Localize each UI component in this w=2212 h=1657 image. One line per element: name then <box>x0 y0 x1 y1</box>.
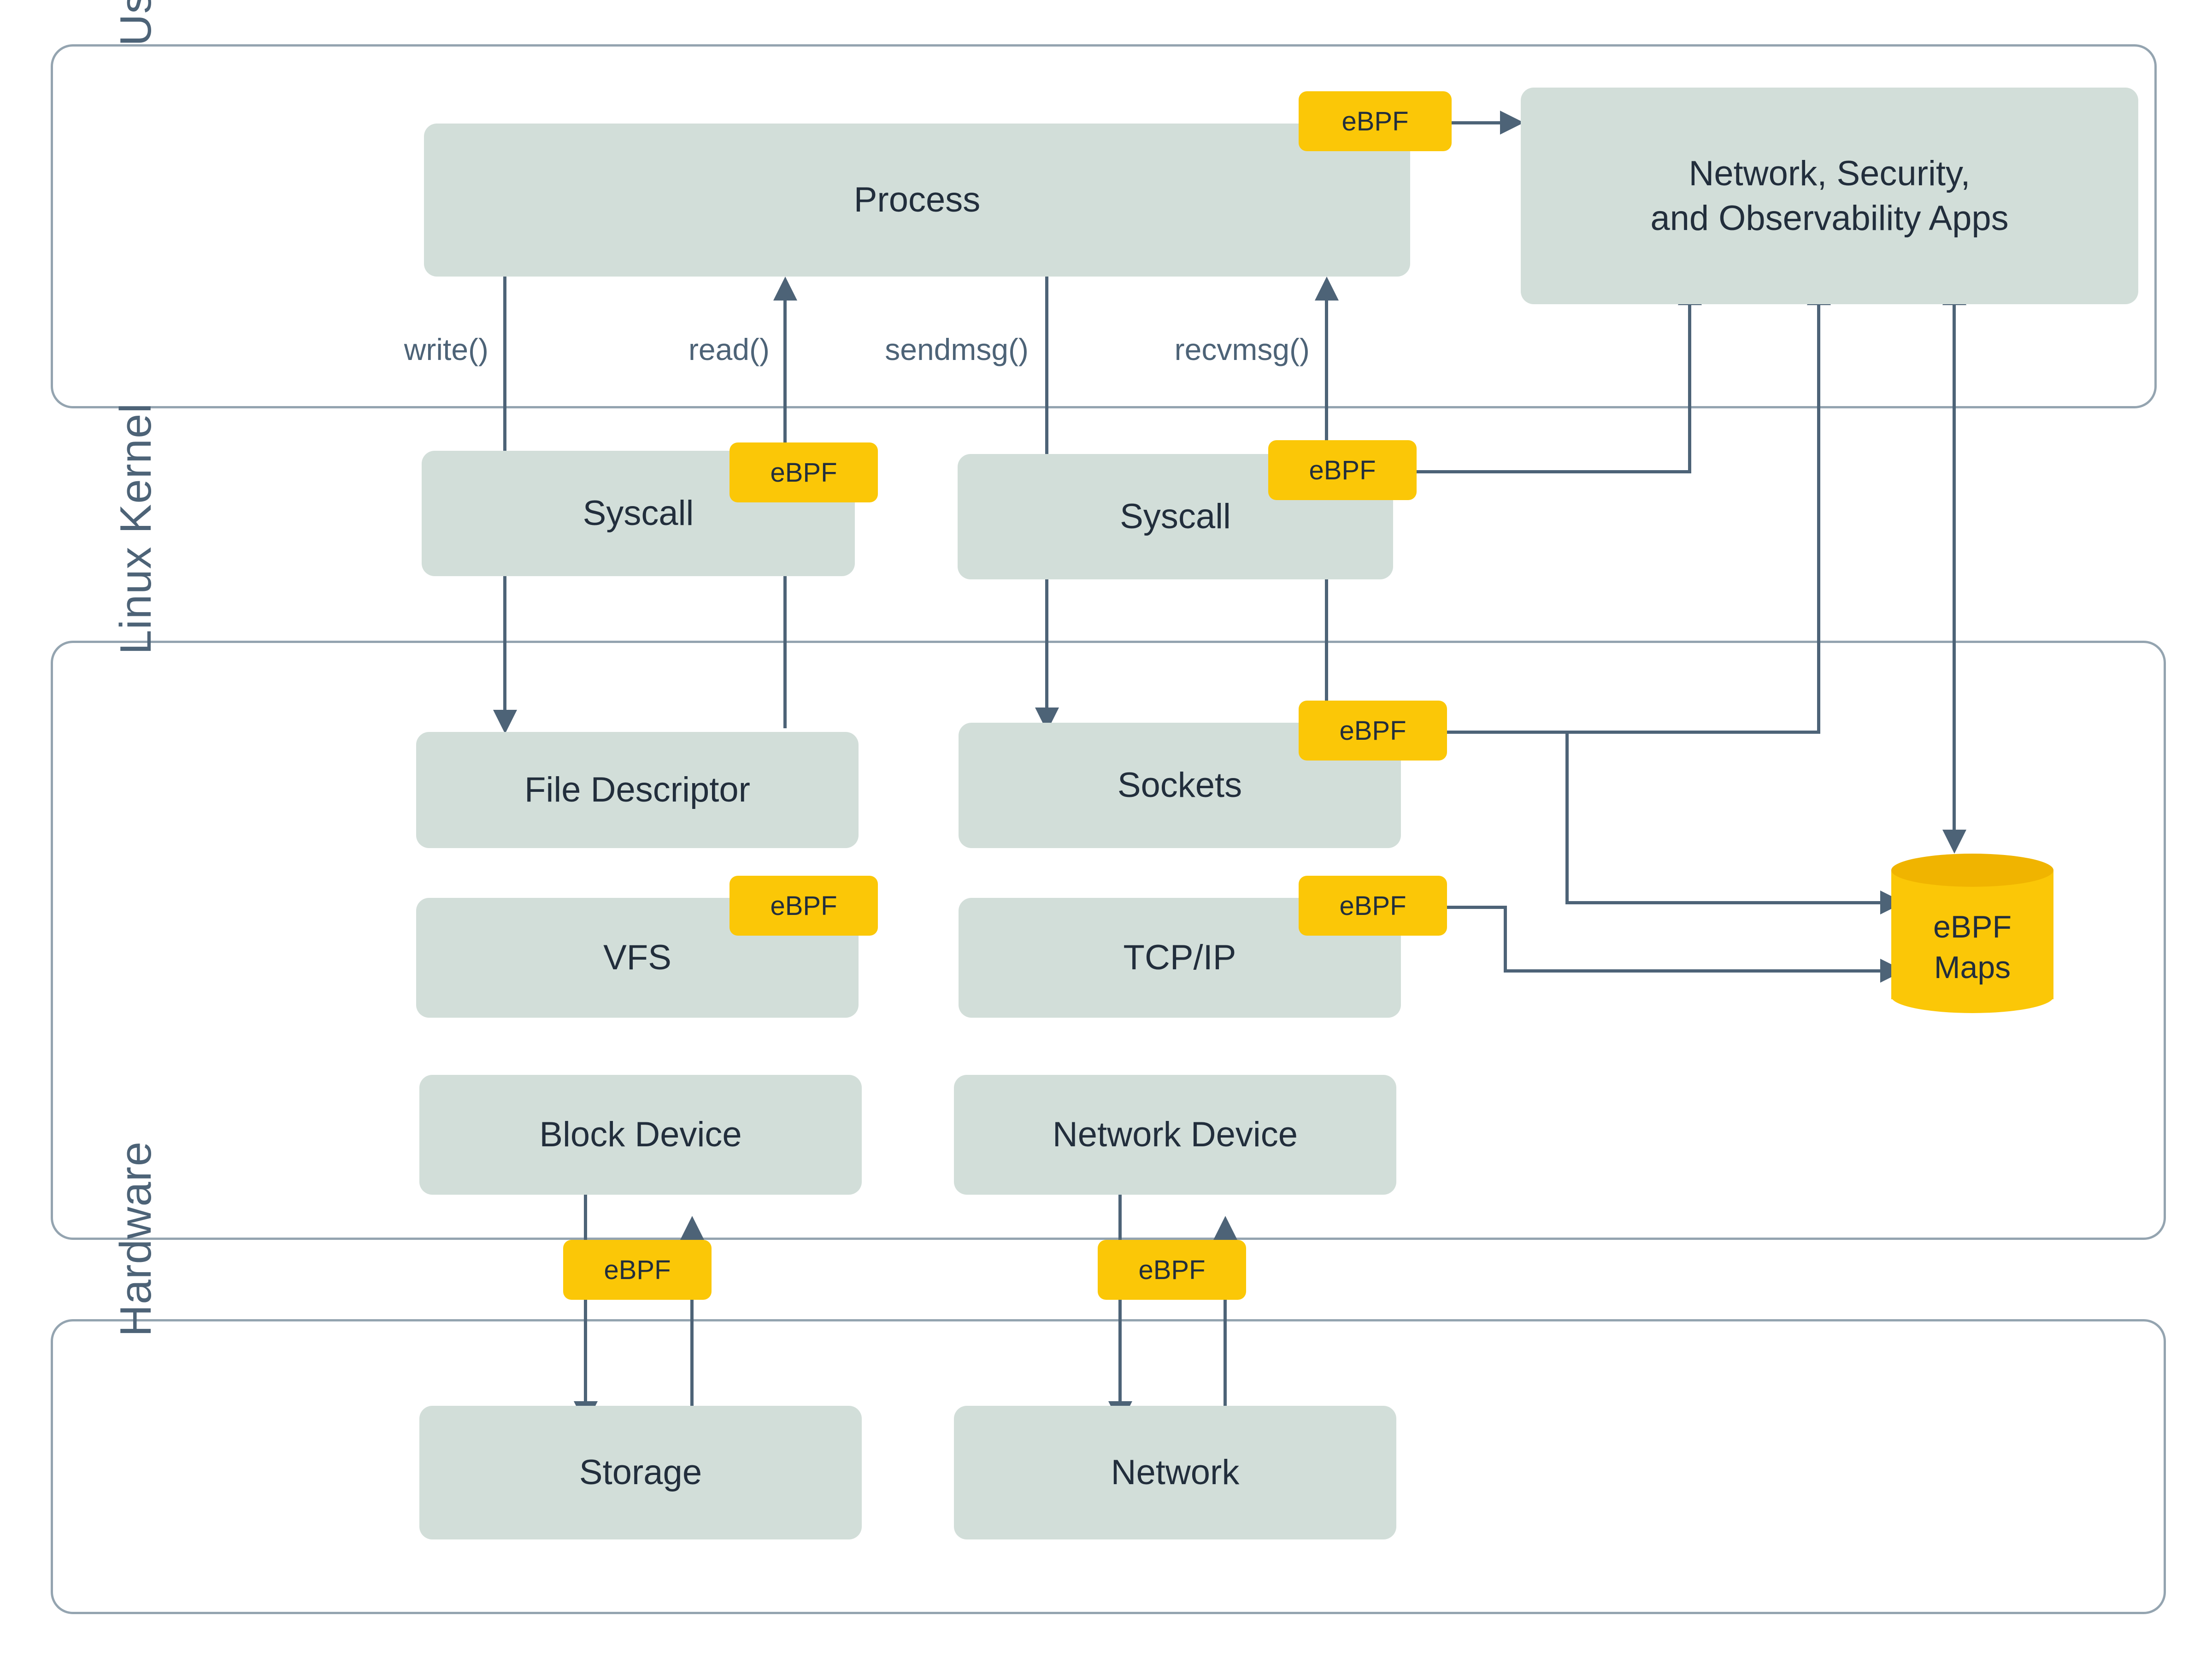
connector-write-syscall-to-fd <box>503 576 506 719</box>
arrowhead-network-to-network-device <box>1213 1216 1237 1240</box>
syscall-label-read: read() <box>688 332 770 366</box>
connector-syscall-ebpf-vertical <box>1688 304 1691 472</box>
ebpf-architecture-diagram: User Space Linux Kernel Hardware <box>0 0 2212 1657</box>
arrowhead-apps-to-maps <box>1942 830 1966 854</box>
arrowhead-read-to-process <box>773 277 797 301</box>
badge-ebpf-syscall-right[interactable]: eBPF <box>1268 440 1417 500</box>
connector-syscall-ebpf-horizontal <box>1392 470 1691 473</box>
arrowhead-write-to-file-descriptor <box>493 710 517 734</box>
connector-tcpip-to-maps-horizontal-1 <box>1447 906 1507 909</box>
apps-label-line-1: Network, Security, <box>1688 153 1971 193</box>
ebpf-maps-label: eBPF Maps <box>1891 907 2053 988</box>
syscall-label-write: write() <box>404 332 488 366</box>
ebpf-maps-label-line-1: eBPF <box>1933 909 2012 944</box>
connector-read-fd-to-syscall <box>783 576 787 728</box>
badge-ebpf-block-storage[interactable]: eBPF <box>563 1240 712 1300</box>
badge-ebpf-vfs[interactable]: eBPF <box>729 876 878 936</box>
connector-sockets-ebpf-horizontal <box>1447 731 1820 734</box>
node-block-device[interactable]: Block Device <box>419 1075 862 1195</box>
node-storage[interactable]: Storage <box>419 1406 862 1539</box>
connector-sendmsg-process-to-syscall <box>1045 277 1048 456</box>
connector-tcpip-to-maps-horizontal-2 <box>1504 969 1893 973</box>
connector-tcpip-to-maps-vertical <box>1504 906 1507 973</box>
node-ebpf-maps[interactable]: eBPF Maps <box>1891 854 2053 1015</box>
badge-ebpf-sockets[interactable]: eBPF <box>1299 701 1447 761</box>
syscall-label-sendmsg: sendmsg() <box>885 332 1029 366</box>
connector-apps-to-ebpf-maps <box>1953 304 1956 839</box>
node-process[interactable]: Process <box>424 124 1410 277</box>
arrowhead-storage-to-block-device <box>680 1216 704 1240</box>
connector-read-syscall-to-process <box>783 300 787 452</box>
connector-sockets-to-maps-horizontal <box>1565 901 1893 904</box>
ebpf-maps-cylinder-top <box>1891 854 2053 887</box>
connector-sockets-ebpf-vertical <box>1817 304 1820 732</box>
ebpf-maps-label-line-2: Maps <box>1934 950 2011 985</box>
connector-write-process-to-syscall <box>503 277 506 452</box>
node-network[interactable]: Network <box>954 1406 1396 1539</box>
arrowhead-recvmsg-to-process <box>1315 277 1339 301</box>
badge-ebpf-tcpip[interactable]: eBPF <box>1299 876 1447 936</box>
node-network-security-observability-apps[interactable]: Network, Security, and Observability App… <box>1521 88 2138 304</box>
badge-ebpf-process-to-apps[interactable]: eBPF <box>1299 91 1452 151</box>
connector-recvmsg-syscall-to-process <box>1325 300 1328 456</box>
syscall-label-recvmsg: recvmsg() <box>1174 332 1310 366</box>
badge-ebpf-syscall-left[interactable]: eBPF <box>729 442 878 502</box>
apps-label-line-2: and Observability Apps <box>1650 199 2009 238</box>
node-network-device[interactable]: Network Device <box>954 1075 1396 1195</box>
connector-sockets-to-maps-vertical <box>1565 731 1569 903</box>
connector-sendmsg-syscall-to-sockets <box>1045 578 1048 717</box>
node-file-descriptor[interactable]: File Descriptor <box>416 732 859 848</box>
badge-ebpf-network-device[interactable]: eBPF <box>1098 1240 1246 1300</box>
